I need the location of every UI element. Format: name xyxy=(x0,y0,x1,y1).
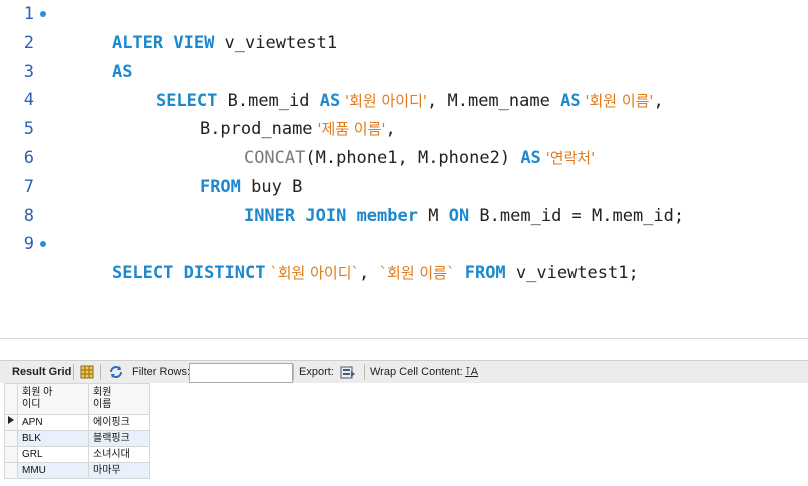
toolbar-divider xyxy=(364,364,365,380)
table-cell[interactable]: 마마무 xyxy=(88,462,150,479)
table-row[interactable]: MMU 마마무 xyxy=(4,462,150,479)
arguments: (M.phone1, M.phone2) xyxy=(305,148,521,168)
string-literal: '회원 이름' xyxy=(580,92,654,110)
statement-marker-icon xyxy=(40,241,46,247)
table-cell[interactable]: GRL xyxy=(17,446,89,463)
table-cell[interactable]: MMU xyxy=(17,462,89,479)
panel-splitter[interactable] xyxy=(0,338,808,361)
line-number: 6 xyxy=(23,148,34,168)
code-line-5[interactable]: CONCAT(M.phone1, M.phone2) AS '연락처' xyxy=(203,115,595,168)
code-line-9[interactable]: SELECT DISTINCT `회원 아이디`, `회원 이름` FROM v… xyxy=(71,230,639,283)
table-cell[interactable]: APN xyxy=(17,414,89,431)
result-table: 회원 아 이디 회원 이름 APN 에이핑크 BLK 블랙핑크 GRL 소녀시대 xyxy=(4,383,150,479)
export-label: Export: xyxy=(299,366,334,378)
toolbar-divider xyxy=(293,364,294,380)
line-number: 1 xyxy=(23,4,34,24)
code-line-4[interactable]: B.prod_name '제품 이름', xyxy=(159,86,396,139)
identifier: v_viewtest1 xyxy=(214,33,338,53)
code-line-6[interactable]: FROM buy B xyxy=(159,144,302,197)
line-number: 2 xyxy=(23,33,34,53)
table-row[interactable]: BLK 블랙핑크 xyxy=(4,430,150,447)
keyword: ON xyxy=(448,206,470,226)
string-literal: `회원 아이디` xyxy=(265,264,360,282)
code-line-1[interactable]: ALTER VIEW v_viewtest1 xyxy=(71,0,337,53)
export-icon[interactable] xyxy=(340,365,356,379)
table-row[interactable]: APN 에이핑크 xyxy=(4,414,150,431)
line-number: 8 xyxy=(23,206,34,226)
row-header xyxy=(4,446,18,463)
table-cell[interactable]: 소녀시대 xyxy=(88,446,150,463)
punctuation: , xyxy=(359,263,380,283)
result-grid-tab[interactable]: Result Grid xyxy=(12,361,71,383)
punctuation: , xyxy=(653,91,664,111)
result-toolbar: Result Grid Filter Rows: Export: Wrap Ce… xyxy=(0,360,808,384)
identifier: , M.mem_name xyxy=(427,91,561,111)
keyword: AS xyxy=(560,91,581,111)
line-number: 9 xyxy=(23,234,34,254)
code-line-7[interactable]: INNER JOIN member M ON B.mem_id = M.mem_… xyxy=(203,173,684,226)
result-grid: 회원 아 이디 회원 이름 APN 에이핑크 BLK 블랙핑크 GRL 소녀시대 xyxy=(0,383,808,486)
row-header xyxy=(4,462,18,479)
row-header-corner xyxy=(4,383,18,415)
toolbar-divider xyxy=(100,364,101,380)
statement-marker-icon xyxy=(40,11,46,17)
row-header xyxy=(4,430,18,447)
line-number: 3 xyxy=(23,62,34,82)
wrap-cell-content-label: Wrap Cell Content: xyxy=(370,366,463,378)
string-literal: '연락처' xyxy=(540,149,596,167)
keyword: SELECT DISTINCT xyxy=(111,263,266,283)
keyword: member xyxy=(356,206,418,226)
header-row: 회원 아 이디 회원 이름 xyxy=(4,383,150,415)
table-cell[interactable]: BLK xyxy=(17,430,89,447)
code-line-3[interactable]: SELECT B.mem_id AS '회원 아이디', M.mem_name … xyxy=(115,58,664,111)
filter-rows-input[interactable] xyxy=(189,363,293,383)
identifier: M xyxy=(417,206,449,226)
table-row[interactable]: GRL 소녀시대 xyxy=(4,446,150,463)
table-cell[interactable]: 에이핑크 xyxy=(88,414,150,431)
keyword: FROM xyxy=(454,263,506,283)
line-number: 5 xyxy=(23,119,34,139)
code-line-2[interactable]: AS xyxy=(71,29,132,82)
grid-view-icon[interactable] xyxy=(80,365,94,379)
keyword: INNER JOIN xyxy=(243,206,347,226)
current-row-indicator-icon xyxy=(4,414,18,431)
table-cell[interactable]: 블랙핑크 xyxy=(88,430,150,447)
line-number: 4 xyxy=(23,90,34,110)
column-header[interactable]: 회원 이름 xyxy=(88,383,150,415)
identifier: v_viewtest1; xyxy=(505,263,639,283)
refresh-icon[interactable] xyxy=(108,365,124,379)
string-literal: `회원 이름` xyxy=(379,264,455,282)
keyword: AS xyxy=(520,148,541,168)
column-header[interactable]: 회원 아 이디 xyxy=(17,383,89,415)
sql-editor[interactable]: 1 2 3 4 5 6 7 8 9 ALTER VIEW v_viewtest1… xyxy=(0,0,808,338)
filter-rows-label: Filter Rows: xyxy=(132,366,191,378)
line-number: 7 xyxy=(23,177,34,197)
toolbar-divider xyxy=(73,364,74,380)
identifier: B.mem_id = M.mem_id; xyxy=(469,206,685,226)
wrap-text-icon[interactable]: ⊺A xyxy=(465,361,478,383)
